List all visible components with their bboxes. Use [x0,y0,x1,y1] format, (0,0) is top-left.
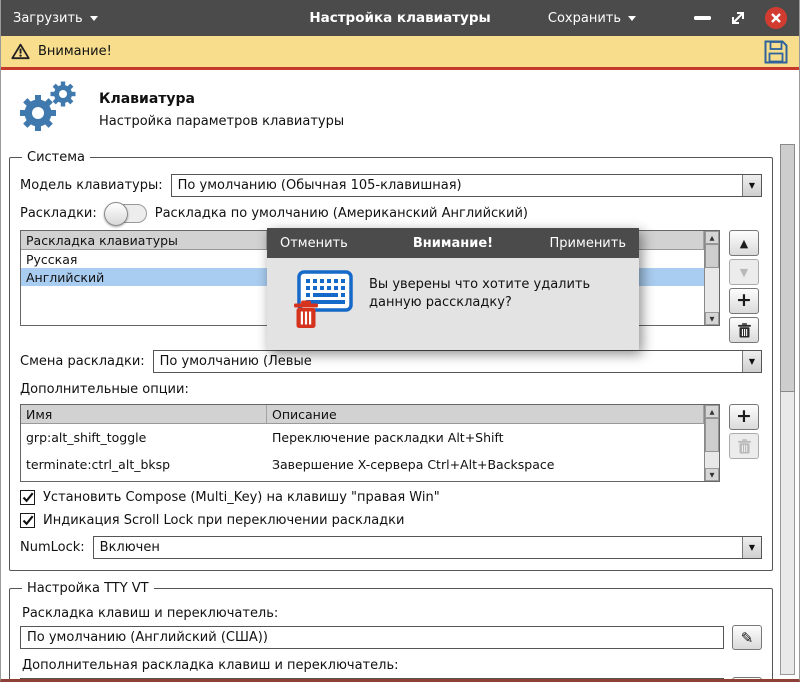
minimize-icon[interactable] [694,16,711,19]
chevron-down-icon[interactable]: ▼ [742,351,761,372]
dialog-apply-button[interactable]: Применить [550,236,626,251]
extra-options-label: Дополнительные опции: [20,382,762,397]
confirm-delete-dialog: Отменить Внимание! Применить [267,228,639,350]
main-content: Клавиатура Настройка параметров клавиату… [1,70,799,679]
edit-button[interactable]: ✎ [732,677,762,682]
pencil-icon: ✎ [741,629,754,647]
toggle-knob[interactable] [104,202,128,226]
keyboard-model-select[interactable]: По умолчанию (Обычная 105-клавишная) ▼ [171,174,762,197]
system-group-legend: Система [22,150,90,165]
save-label: Сохранить [548,11,621,26]
load-label: Загрузить [13,11,83,26]
scrollbar-thumb[interactable] [705,244,719,268]
add-option-button[interactable]: + [729,404,759,430]
dialog-cancel-button[interactable]: Отменить [280,236,348,251]
scrollbar-thumb[interactable] [705,418,719,452]
delete-layout-button[interactable] [729,317,759,343]
layout-switch-select[interactable]: По умолчанию (Левые ▼ [153,350,762,373]
app-window: Загрузить Настройка клавиатуры Сохранить [0,0,800,682]
scroll-up-icon[interactable]: ▲ [705,405,719,418]
move-layout-up-button[interactable]: ▲ [729,230,759,256]
edit-button[interactable]: ✎ [732,625,762,650]
trash-icon [738,323,751,338]
table-row[interactable]: terminate:ctrl_alt_bksp Завершение X-сер… [21,451,704,478]
add-layout-button[interactable]: + [729,288,759,314]
keyboard-model-label: Модель клавиатуры: [20,178,163,193]
tty-extra-layout-field[interactable]: По умолчанию (Английский (США)) [20,678,724,682]
page-header: Клавиатура Настройка параметров клавиату… [9,76,799,150]
load-menu-button[interactable]: Загрузить [13,11,98,26]
column-header: Раскладка клавиатуры [21,231,267,249]
tty-group-legend: Настройка TTY VT [22,581,154,596]
check-icon [22,492,34,503]
tty-layout-field[interactable]: По умолчанию (Английский (США)) [20,626,724,649]
scrolllock-checkbox-label: Индикация Scroll Lock при переключении р… [43,513,404,528]
layouts-label: Раскладки: [20,206,97,221]
warning-text: Внимание! [38,44,112,59]
numlock-select[interactable]: Включен ▼ [93,536,762,559]
scroll-down-icon[interactable]: ▼ [705,468,719,481]
dialog-message: Вы уверены что хотите удалить данную рас… [369,270,624,311]
warning-icon [11,43,30,60]
check-icon [22,515,34,526]
tty-extra-layout-label: Дополнительная раскладка клавиш и перекл… [22,658,762,673]
table-row[interactable]: grp:alt_shift_toggle Переключение раскла… [21,424,704,451]
page-title: Клавиатура [99,91,344,107]
system-group: Система Модель клавиатуры: По умолчанию … [9,150,773,571]
caret-down-icon [628,16,636,21]
scroll-up-icon[interactable]: ▲ [705,231,719,244]
trash-icon [293,300,319,330]
save-file-icon[interactable] [763,39,789,65]
options-table: Имя Описание grp:alt_shift_toggle Перекл… [20,404,720,482]
maximize-icon[interactable] [729,9,747,27]
menu-icon[interactable] [654,10,676,26]
page-subtitle: Настройка параметров клавиатуры [99,114,344,129]
titlebar: Загрузить Настройка клавиатуры Сохранить [1,0,799,36]
keyboard-settings-gears-icon [13,80,79,140]
tty-layout-label: Раскладка клавиш и переключатель: [22,606,762,621]
layouts-toggle-text: Раскладка по умолчанию (Американский Анг… [155,206,528,221]
compose-checkbox[interactable] [20,490,35,505]
tty-group: Настройка TTY VT Раскладка клавиш и пере… [9,581,773,682]
numlock-label: NumLock: [20,540,85,555]
scroll-down-icon[interactable]: ▼ [705,312,719,325]
compose-checkbox-label: Установить Compose (Multi_Key) на клавиш… [43,490,440,505]
table-scrollbar[interactable]: ▲ ▼ [704,231,719,325]
column-header: Имя [21,405,267,423]
move-layout-down-button: ▼ [729,259,759,285]
caret-down-icon [90,16,98,21]
layout-switch-label: Смена раскладки: [20,354,145,369]
delete-option-button [729,433,759,459]
warning-bar: Внимание! [1,36,799,70]
layouts-default-toggle[interactable] [105,204,147,223]
chevron-down-icon[interactable]: ▼ [742,175,761,196]
delete-layout-illustration [285,270,353,332]
options-table-header: Имя Описание [21,405,704,424]
main-scrollbar[interactable] [780,144,795,675]
trash-icon [738,439,751,454]
scrolllock-checkbox[interactable] [20,513,35,528]
column-header: Описание [267,405,704,423]
table-scrollbar[interactable]: ▲ ▼ [704,405,719,481]
main-scrollbar-thumb[interactable] [780,144,795,392]
chevron-down-icon[interactable]: ▼ [742,537,761,558]
save-menu-button[interactable]: Сохранить [548,11,636,26]
close-icon[interactable] [765,7,787,29]
